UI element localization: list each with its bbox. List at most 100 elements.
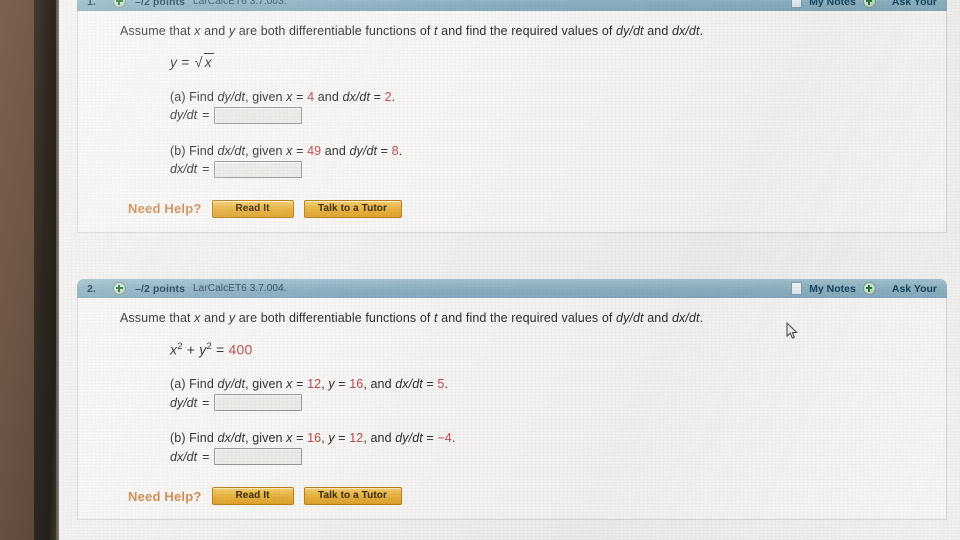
problem-1-part-a-answer-row: dy/dt =	[170, 106, 946, 124]
part-a-given-1-eq: =	[370, 89, 385, 104]
part-b-given-text: , given	[245, 431, 287, 446]
prompt-dydt: dy/dt	[616, 24, 644, 38]
part-a-answer-eq: =	[202, 108, 210, 123]
prompt-text-f: .	[699, 24, 704, 38]
problem-2-need-help-row: Need Help? Read It Talk to a Tutor	[128, 487, 946, 506]
equation-equals: =	[177, 53, 194, 70]
part-a-given-0-eq: =	[292, 89, 308, 104]
part-a-label: (a) Find	[170, 89, 218, 104]
my-notes-link[interactable]: My Notes	[809, 0, 856, 8]
problem-2-part-b-answer-row: dx/dt =	[170, 448, 946, 466]
problem-2-number: 2.	[87, 282, 96, 295]
need-help-label: Need Help?	[128, 488, 202, 504]
problem-2-points: –/2 points	[135, 282, 186, 295]
prompt-text-a: Assume that	[120, 311, 195, 325]
part-b-conj-2: , and	[363, 431, 396, 446]
expand-plus-icon[interactable]	[113, 282, 126, 295]
problem-1-code: LarCalcET6 3.7.003.	[193, 0, 287, 7]
problem-card-2: 2. –/2 points LarCalcET6 3.7.004. My Not…	[77, 279, 947, 520]
part-b-label: (b) Find	[170, 431, 218, 446]
part-b-given-1-eq: =	[377, 143, 392, 158]
problem-1-prompt: Assume that x and y are both differentia…	[120, 24, 946, 40]
part-b-answer-input[interactable]	[214, 448, 303, 466]
part-a-conj-1: and	[314, 89, 343, 104]
monitor-photo: 1. –/2 points LarCalcET6 3.7.003. My Not…	[0, 0, 960, 540]
expand-plus-icon[interactable]	[113, 0, 126, 8]
part-a-given-text: , given	[245, 377, 287, 392]
ask-plus-icon[interactable]	[862, 282, 876, 295]
problem-2-body: Assume that x and y are both differentia…	[77, 298, 947, 520]
equation-plus: +	[182, 341, 200, 358]
prompt-dydt: dy/dt	[616, 311, 644, 325]
problem-1-need-help-row: Need Help? Read It Talk to a Tutor	[128, 199, 946, 218]
problem-1-points: –/2 points	[135, 0, 186, 8]
read-it-button[interactable]: Read It	[211, 199, 294, 218]
part-b-given-0-eq: =	[292, 143, 308, 158]
part-b-target: dx/dt	[217, 143, 246, 158]
part-b-given-2-name: dy/dt	[395, 431, 423, 446]
talk-to-tutor-button[interactable]: Talk to a Tutor	[303, 199, 402, 218]
part-b-conj-1: and	[321, 143, 350, 158]
part-a-given-2-eq: =	[422, 377, 438, 392]
part-a-target: dy/dt	[217, 89, 246, 104]
problem-card-1: 1. –/2 points LarCalcET6 3.7.003. My Not…	[77, 0, 947, 233]
read-it-button[interactable]: Read It	[211, 487, 294, 506]
part-b-given-2-value: −4	[437, 431, 452, 446]
part-a-answer-label: dy/dt	[170, 395, 198, 410]
problem-1-part-b: (b) Find dx/dt, given x = 49 and dy/dt =…	[170, 144, 946, 158]
part-a-given-1-name: dx/dt	[342, 89, 371, 104]
problem-2-header-actions: My Notes Ask Your	[791, 282, 937, 295]
monitor-screen: 1. –/2 points LarCalcET6 3.7.003. My Not…	[59, 0, 960, 540]
prompt-text-e: and	[643, 24, 672, 38]
problem-1-part-a: (a) Find dy/dt, given x = 4 and dx/dt = …	[170, 90, 946, 104]
part-b-answer-label: dx/dt	[170, 449, 198, 464]
problem-1-number: 1.	[87, 0, 96, 8]
problem-2-part-a-answer-row: dy/dt =	[170, 394, 946, 412]
part-b-given-2-eq: =	[422, 431, 438, 446]
part-a-label: (a) Find	[170, 377, 218, 392]
part-b-given-text: , given	[245, 143, 287, 158]
part-a-given-2-name: dx/dt	[395, 377, 423, 392]
background-wall	[0, 0, 36, 540]
part-a-answer-eq: =	[202, 395, 210, 410]
part-b-given-1-value: 12	[349, 431, 364, 446]
part-a-answer-input[interactable]	[214, 394, 303, 412]
part-a-given-0-eq: =	[292, 377, 308, 392]
prompt-text-f: .	[699, 311, 704, 325]
part-a-conj-2: , and	[363, 377, 396, 392]
part-b-given-1-value: 8	[391, 143, 399, 158]
part-a-given-0-value: 12	[307, 377, 322, 392]
note-icon[interactable]	[791, 282, 803, 295]
prompt-text-b: and	[200, 311, 229, 325]
ask-your-teacher-link[interactable]: Ask Your	[892, 0, 937, 8]
prompt-text-c: are both differentiable functions of	[235, 311, 435, 325]
prompt-dxdt: dx/dt	[671, 311, 700, 325]
part-a-period: .	[391, 89, 396, 104]
part-b-given-0-value: 16	[307, 431, 322, 446]
problem-2-part-b: (b) Find dx/dt, given x = 16, y = 12, an…	[170, 431, 946, 445]
problem-1-equation: y = √ x	[170, 52, 946, 70]
problem-1-header-actions: My Notes Ask Your	[791, 0, 937, 8]
part-b-answer-input[interactable]	[214, 160, 303, 178]
problem-1-part-b-answer-row: dx/dt =	[170, 160, 946, 178]
part-a-target: dy/dt	[217, 377, 246, 392]
equation-radicand: x	[203, 52, 214, 70]
problem-2-header: 2. –/2 points LarCalcET6 3.7.004. My Not…	[77, 279, 947, 298]
prompt-text-c: are both differentiable functions of	[235, 24, 435, 38]
problem-2-equation: x2 + y2 = 400	[170, 341, 946, 358]
part-a-answer-input[interactable]	[214, 106, 303, 124]
problem-2-code: LarCalcET6 3.7.004.	[193, 283, 287, 294]
equation-value: 400	[228, 341, 253, 358]
prompt-text-d: and find the required values of	[437, 24, 617, 38]
talk-to-tutor-button[interactable]: Talk to a Tutor	[303, 487, 402, 506]
prompt-text-b: and	[200, 24, 229, 38]
part-a-answer-label: dy/dt	[170, 108, 198, 123]
ask-plus-icon[interactable]	[862, 0, 876, 8]
note-icon[interactable]	[791, 0, 803, 8]
problem-2-part-a: (a) Find dy/dt, given x = 12, y = 16, an…	[170, 377, 946, 391]
ask-your-teacher-link[interactable]: Ask Your	[892, 283, 937, 295]
part-b-target: dx/dt	[217, 431, 246, 446]
my-notes-link[interactable]: My Notes	[809, 283, 856, 295]
part-b-given-1-name: dy/dt	[349, 143, 378, 158]
part-a-given-1-eq: =	[334, 377, 350, 392]
